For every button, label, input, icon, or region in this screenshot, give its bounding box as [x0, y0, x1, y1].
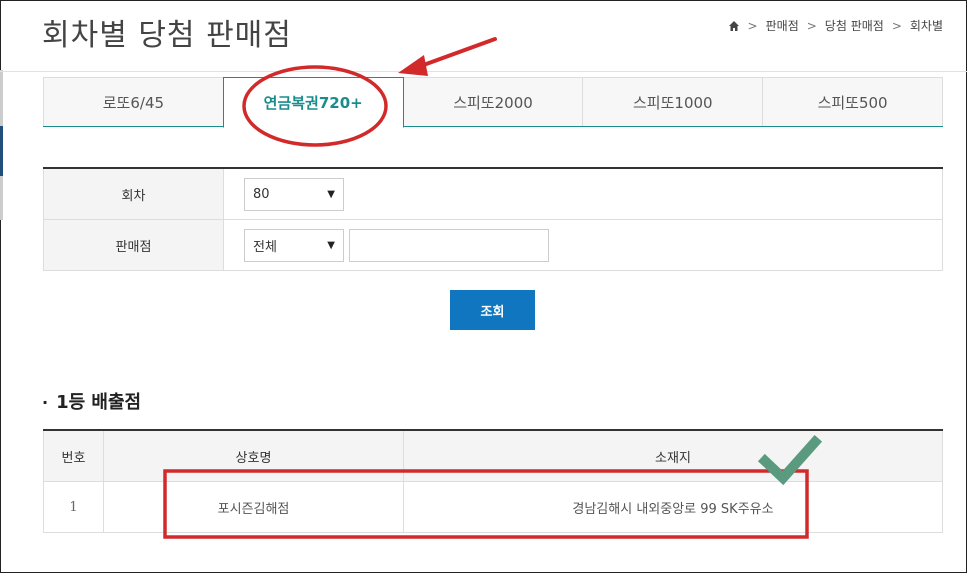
- results-table: 번호 상호명 소재지 1 포시즌김해점 경남김해시 내외중앙로 99 SK주유소: [43, 429, 943, 533]
- breadcrumb-item-stores[interactable]: 판매점: [766, 17, 799, 34]
- store-select[interactable]: 전체 ▼: [244, 228, 344, 262]
- round-select-value: 80: [253, 186, 270, 202]
- tab-speetto500[interactable]: 스피또500: [762, 77, 943, 126]
- breadcrumb-separator: >: [891, 18, 902, 33]
- round-select[interactable]: 80 ▼: [244, 177, 344, 211]
- breadcrumb-separator: >: [806, 18, 817, 33]
- row-number: 1: [44, 482, 104, 532]
- breadcrumb-item-by-round[interactable]: 회차별: [910, 17, 943, 34]
- round-value-cell: 80 ▼: [224, 169, 942, 219]
- section-title: · 1등 배출점: [42, 388, 141, 414]
- search-button[interactable]: 조회: [450, 290, 535, 330]
- left-sidebar-strip: [0, 70, 3, 220]
- tab-speetto2000[interactable]: 스피또2000: [402, 77, 584, 126]
- table-header-row: 번호 상호명 소재지: [43, 431, 943, 482]
- caret-down-icon: ▼: [327, 188, 335, 200]
- store-search-input[interactable]: [349, 228, 549, 262]
- home-icon[interactable]: [728, 20, 740, 32]
- tab-lotto645[interactable]: 로또6/45: [43, 77, 224, 126]
- section-title-text: 1등 배출점: [56, 392, 142, 413]
- breadcrumb-separator: >: [747, 18, 758, 33]
- column-header-store-name: 상호명: [104, 431, 404, 481]
- breadcrumb-item-winning-stores[interactable]: 당첨 판매점: [825, 17, 884, 34]
- row-store-name: 포시즌김해점: [104, 482, 404, 532]
- store-row: 판매점 전체 ▼: [43, 220, 943, 271]
- search-form: 회차 80 ▼ 판매점 전체 ▼: [43, 167, 943, 271]
- header-divider: [0, 71, 967, 72]
- column-header-number: 번호: [44, 431, 104, 481]
- lottery-tabs: 로또6/45 연금복권720+ 스피또2000 스피또1000 스피또500: [43, 77, 943, 128]
- store-value-cell: 전체 ▼: [224, 220, 942, 270]
- store-label: 판매점: [44, 220, 224, 270]
- round-row: 회차 80 ▼: [43, 169, 943, 220]
- left-sidebar-marker: [0, 126, 3, 176]
- round-label: 회차: [44, 169, 224, 219]
- column-header-address: 소재지: [655, 450, 691, 466]
- tab-speetto1000[interactable]: 스피또1000: [582, 77, 764, 126]
- bullet-icon: ·: [42, 393, 49, 412]
- tab-pension720[interactable]: 연금복권720+: [222, 77, 404, 128]
- breadcrumb: > 판매점 > 당첨 판매점 > 회차별: [728, 17, 943, 34]
- page-title: 회차별 당첨 판매점: [42, 18, 292, 53]
- store-select-value: 전체: [253, 239, 277, 255]
- caret-down-icon: ▼: [327, 239, 335, 251]
- row-address: 경남김해시 내외중앙로 99 SK주유소: [572, 501, 774, 517]
- table-row: 1 포시즌김해점 경남김해시 내외중앙로 99 SK주유소: [43, 482, 943, 533]
